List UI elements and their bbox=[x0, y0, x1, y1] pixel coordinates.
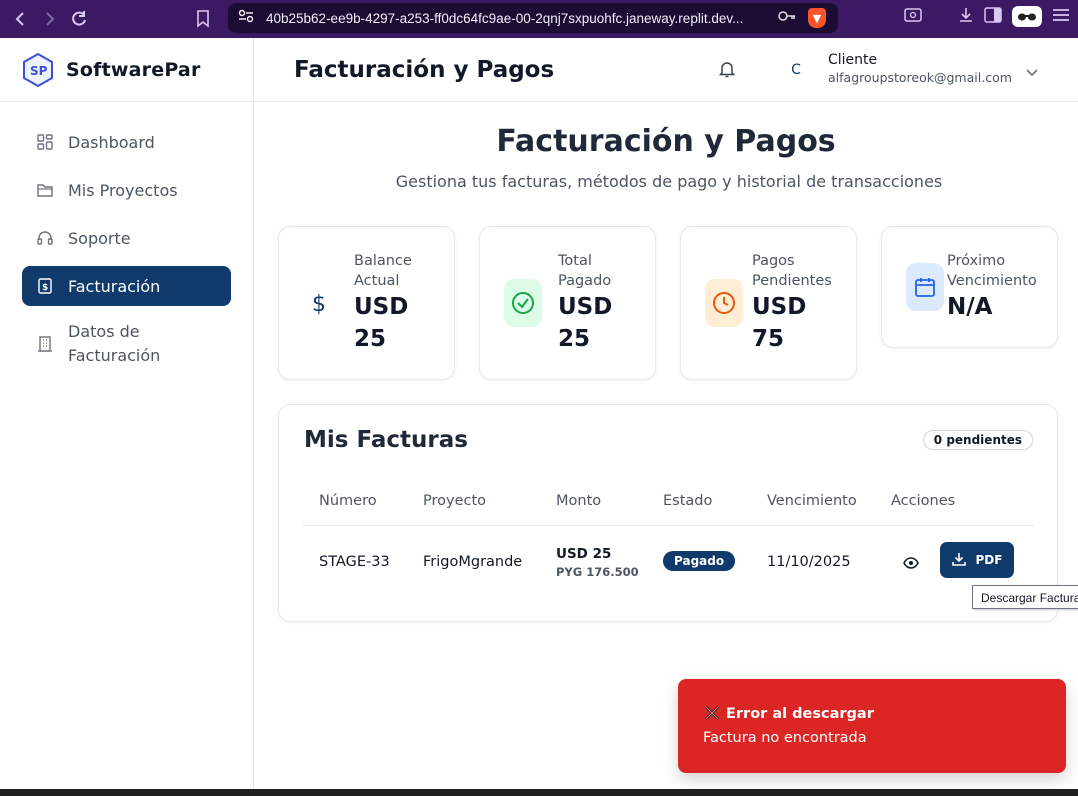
column-header-project: Proyecto bbox=[423, 493, 487, 509]
sidebar-item-label: Mis Proyectos bbox=[68, 180, 178, 200]
stat-card-pending: Pagos Pendientes USD 75 bbox=[680, 226, 857, 380]
stat-card-balance: $ Balance Actual USD 25 bbox=[278, 226, 455, 380]
taskbar-edge bbox=[0, 789, 1078, 796]
softwarepar-logo-icon: SP bbox=[23, 52, 53, 87]
browser-toolbar: 40b25b62-ee9b-4297-a253-ff0dc64fc9ae-00-… bbox=[0, 0, 1078, 38]
sidebar-toggle-icon[interactable] bbox=[984, 6, 1002, 27]
stat-card-total-paid: Total Pagado USD 25 bbox=[479, 226, 656, 380]
eye-icon[interactable] bbox=[903, 554, 919, 573]
column-header-due: Vencimiento bbox=[767, 493, 857, 509]
site-settings-icon[interactable] bbox=[238, 9, 254, 27]
sidebar-item-dashboard[interactable]: Dashboard bbox=[22, 122, 231, 162]
svg-text:SP: SP bbox=[30, 64, 48, 78]
user-name: Cliente bbox=[828, 52, 878, 68]
sidebar: SP SoftwarePar Dashboard Mis Proyectos S… bbox=[0, 38, 254, 796]
chevron-down-icon[interactable] bbox=[1026, 62, 1038, 81]
invoice-number: STAGE-33 bbox=[319, 554, 390, 570]
dollar-icon: $ bbox=[301, 279, 339, 327]
page-title: Facturación y Pagos bbox=[496, 124, 836, 159]
brand-logo[interactable]: SP SoftwarePar bbox=[0, 38, 253, 102]
receipt-icon: $ bbox=[36, 277, 54, 295]
search-tab-icon[interactable] bbox=[904, 7, 922, 27]
error-toast[interactable]: Error al descargar Factura no encontrada bbox=[678, 679, 1066, 773]
sidebar-item-label: Facturación bbox=[68, 276, 161, 296]
table-divider bbox=[303, 525, 1034, 526]
invoice-due-date: 11/10/2025 bbox=[767, 554, 851, 570]
stat-label: Balance Actual bbox=[354, 253, 412, 289]
status-badge: Pagado bbox=[663, 551, 736, 571]
invoices-title: Mis Facturas bbox=[304, 427, 468, 453]
toast-message: Factura no encontrada bbox=[703, 730, 867, 746]
back-icon[interactable] bbox=[10, 8, 32, 30]
brave-shield-icon[interactable]: ▼ bbox=[808, 8, 826, 28]
url-text: 40b25b62-ee9b-4297-a253-ff0dc64fc9ae-00-… bbox=[266, 10, 744, 26]
pdf-button-label: PDF bbox=[975, 553, 1003, 567]
clock-icon bbox=[705, 279, 743, 327]
brand-name: SoftwarePar bbox=[66, 58, 201, 81]
column-header-amount: Monto bbox=[556, 493, 602, 509]
download-pdf-button[interactable]: PDF bbox=[940, 542, 1014, 578]
download-icon bbox=[951, 552, 966, 569]
sidebar-item-projects[interactable]: Mis Proyectos bbox=[22, 170, 231, 210]
header-title: Facturación y Pagos bbox=[294, 56, 555, 83]
invoice-amount-local: PYG 176.500 bbox=[556, 565, 639, 579]
tooltip: Descargar Factura bbox=[972, 585, 1078, 609]
close-icon bbox=[704, 705, 720, 725]
stat-label: Próximo Vencimiento bbox=[947, 253, 1037, 289]
reload-icon[interactable] bbox=[68, 8, 90, 30]
invoice-amount: USD 25 bbox=[556, 546, 612, 562]
forward-icon[interactable] bbox=[38, 8, 60, 30]
sidebar-nav: Dashboard Mis Proyectos Soporte $ Factur… bbox=[0, 102, 253, 402]
private-glasses-icon[interactable] bbox=[1012, 6, 1042, 27]
sidebar-item-support[interactable]: Soporte bbox=[22, 218, 231, 258]
top-header: Facturación y Pagos C Cliente alfagroups… bbox=[254, 38, 1078, 102]
page-subtitle: Gestiona tus facturas, métodos de pago y… bbox=[395, 172, 943, 191]
column-header-number: Número bbox=[319, 493, 377, 509]
toast-title: Error al descargar bbox=[726, 706, 874, 722]
sidebar-item-label: Dashboard bbox=[68, 132, 155, 152]
folder-icon bbox=[36, 181, 54, 199]
avatar[interactable]: C bbox=[786, 60, 806, 80]
stat-value: N/A bbox=[947, 294, 993, 320]
stat-value: USD 25 bbox=[558, 294, 613, 352]
address-bar[interactable]: 40b25b62-ee9b-4297-a253-ff0dc64fc9ae-00-… bbox=[228, 3, 838, 33]
stat-value: USD 25 bbox=[354, 294, 409, 352]
stat-label: Pagos Pendientes bbox=[752, 253, 832, 289]
bookmark-icon[interactable] bbox=[192, 8, 214, 30]
user-menu[interactable]: Cliente alfagroupstoreok@gmail.com bbox=[828, 52, 1012, 85]
invoices-panel: Mis Facturas 0 pendientes Número Proyect… bbox=[278, 404, 1058, 622]
sidebar-item-billing[interactable]: $ Facturación bbox=[22, 266, 231, 306]
pending-badge: 0 pendientes bbox=[922, 430, 1033, 450]
invoice-project: FrigoMgrande bbox=[423, 554, 523, 570]
headset-icon bbox=[36, 229, 54, 247]
sidebar-item-label: Datos de Facturación bbox=[68, 322, 161, 365]
sidebar-item-label: Soporte bbox=[68, 228, 131, 248]
bell-icon[interactable] bbox=[718, 60, 736, 82]
column-header-status: Estado bbox=[663, 493, 713, 509]
check-circle-icon bbox=[504, 279, 542, 327]
column-header-actions: Acciones bbox=[891, 493, 956, 509]
key-icon[interactable] bbox=[778, 10, 796, 26]
menu-icon[interactable] bbox=[1052, 7, 1070, 26]
building-icon bbox=[36, 335, 54, 353]
dashboard-icon bbox=[36, 133, 54, 151]
calendar-icon bbox=[906, 263, 944, 311]
stat-card-next-due: Próximo Vencimiento N/A bbox=[881, 226, 1058, 348]
svg-text:$: $ bbox=[312, 292, 326, 316]
stat-value: USD 75 bbox=[752, 294, 807, 352]
sidebar-item-billing-data[interactable]: Datos de Facturación bbox=[22, 314, 231, 374]
download-icon[interactable] bbox=[958, 7, 974, 27]
svg-text:$: $ bbox=[42, 283, 48, 293]
stat-label: Total Pagado bbox=[558, 253, 612, 289]
user-email: alfagroupstoreok@gmail.com bbox=[828, 70, 1012, 85]
